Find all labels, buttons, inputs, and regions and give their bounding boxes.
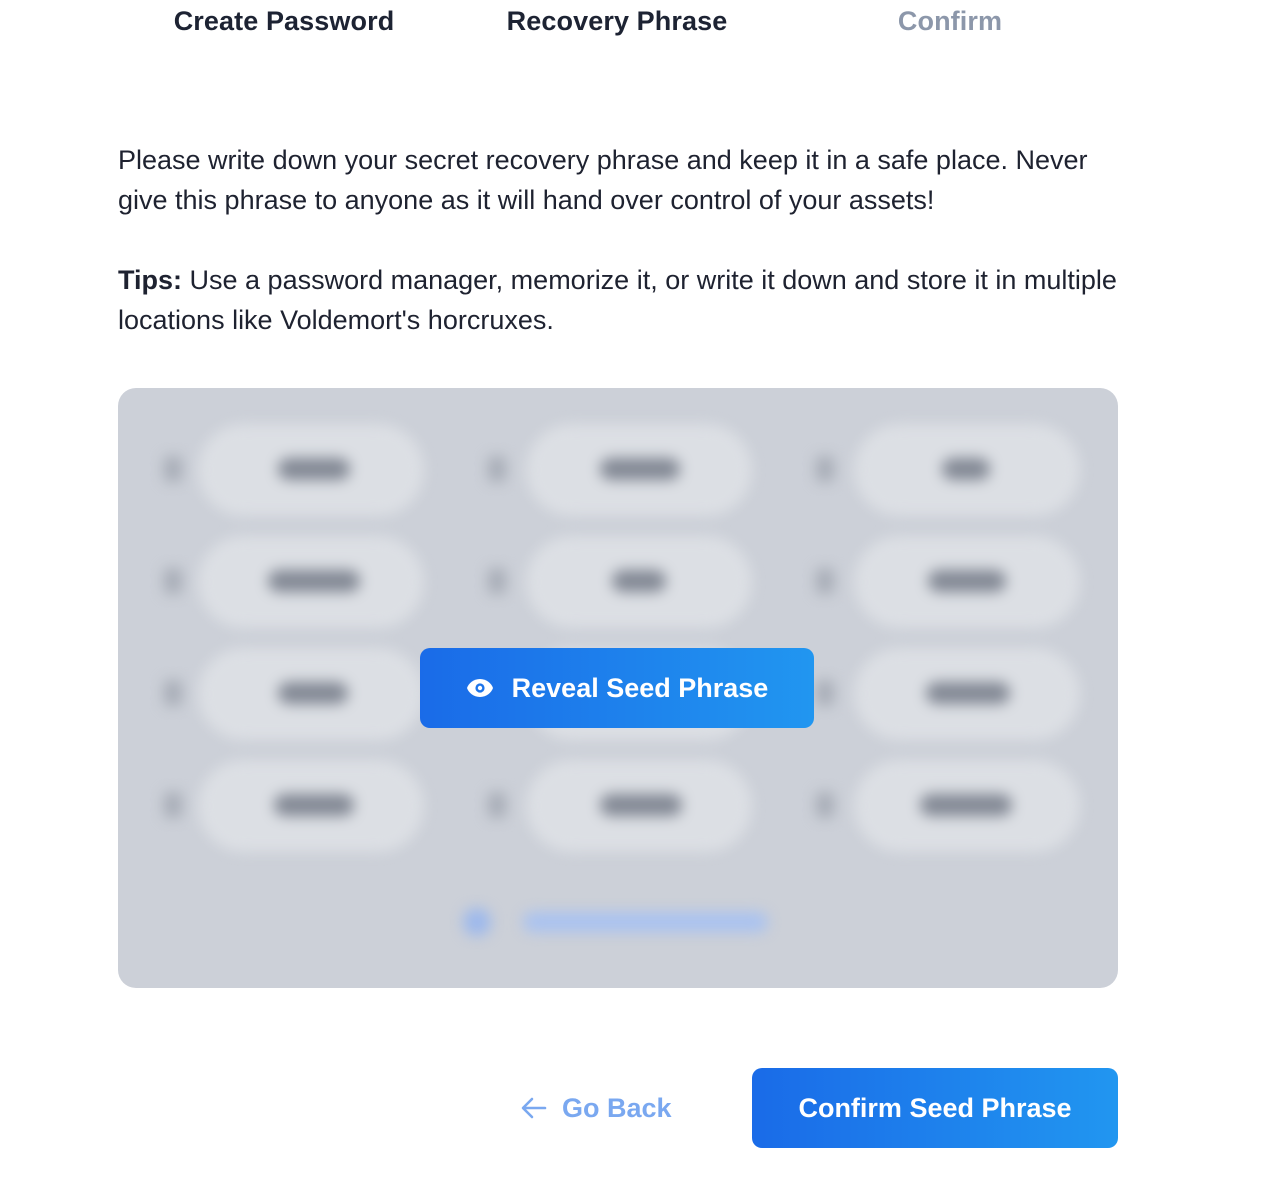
seed-word-blurred [198,424,424,516]
reveal-label: Reveal Seed Phrase [511,672,769,703]
reveal-seed-phrase-button[interactable]: Reveal Seed Phrase [420,648,814,728]
step-recovery-phrase: Recovery Phrase [506,6,728,36]
seed-word-blurred [526,424,752,516]
word-number [164,568,182,594]
word-number [816,680,834,706]
word-number [488,568,506,594]
go-back-button[interactable]: Go Back [520,1084,672,1132]
word-number [816,792,834,818]
tips-body: Use a password manager, memorize it, or … [118,265,1117,335]
page: Create Password Recovery Phrase Confirm … [0,0,1286,1190]
instructions: Please write down your secret recovery p… [118,140,1128,340]
go-back-label: Go Back [562,1092,672,1123]
warning-text: Please write down your secret recovery p… [118,145,1088,215]
seed-word-blurred [854,760,1080,852]
step-create-password: Create Password [173,6,395,36]
eye-icon [466,678,494,698]
step-confirm: Confirm [897,6,1003,36]
word-number [164,680,182,706]
word-number [816,568,834,594]
seed-word-blurred [526,536,752,628]
seed-word-blurred [854,424,1080,516]
seed-phrase-box: Reveal Seed Phrase [118,388,1118,988]
confirm-seed-phrase-button[interactable]: Confirm Seed Phrase [752,1068,1118,1148]
seed-word-blurred [854,536,1080,628]
word-number [816,456,834,482]
seed-word-blurred [198,648,424,740]
seed-word-blurred [198,536,424,628]
blurred-copy-link [463,908,773,936]
seed-word-blurred [198,760,424,852]
arrow-left-icon [520,1096,548,1120]
word-number [488,792,506,818]
stepper: Create Password Recovery Phrase Confirm [0,0,1286,50]
tips-text: Tips: Use a password manager, memorize i… [118,260,1128,340]
word-number [488,456,506,482]
word-number [164,456,182,482]
seed-word-blurred [854,648,1080,740]
word-number [164,792,182,818]
tips-label: Tips: [118,265,183,295]
seed-word-blurred [526,760,752,852]
